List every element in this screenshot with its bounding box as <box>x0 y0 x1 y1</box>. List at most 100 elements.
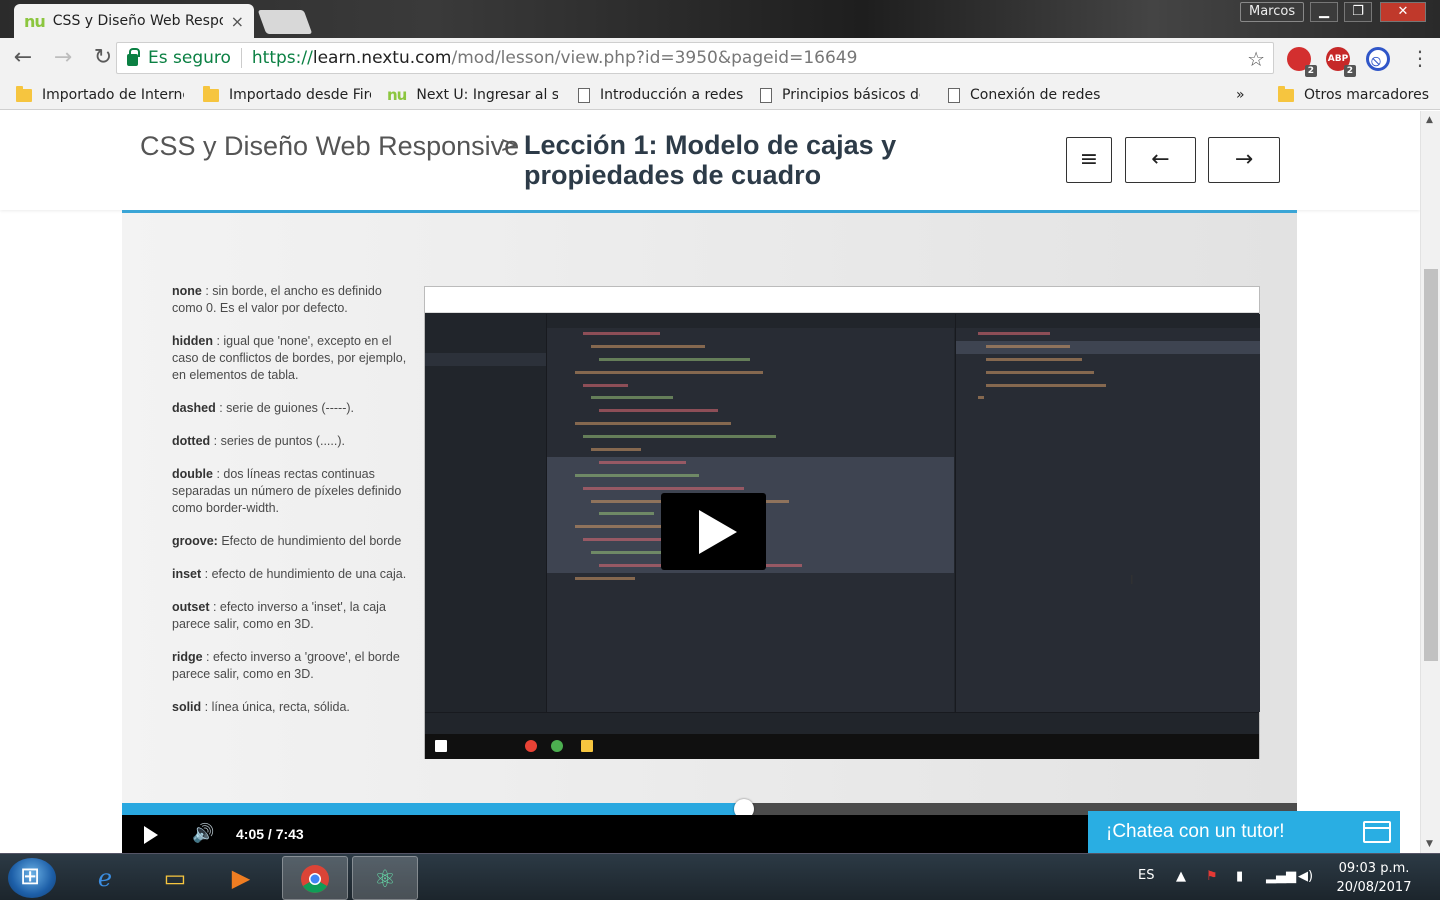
extension-red-icon[interactable]: 2 <box>1287 47 1317 77</box>
lesson-menu-button[interactable]: ≡ <box>1066 137 1112 183</box>
lesson-header: CSS y Diseño Web Responsive > Lección 1:… <box>0 111 1420 210</box>
address-bar[interactable]: Es seguro https:// learn.nextu.com /mod/… <box>116 42 1274 74</box>
atom-icon[interactable]: ⚛ <box>352 856 418 900</box>
chat-tutor-button[interactable]: ¡Chatea con un tutor! <box>1088 811 1400 853</box>
media-player-icon[interactable]: ▶ <box>208 856 274 900</box>
atom-file-tree <box>425 314 547 712</box>
code-line <box>956 328 1260 341</box>
browser-menu-icon[interactable]: ⋮ <box>1410 46 1430 70</box>
lock-icon <box>127 48 140 66</box>
code-line <box>547 392 954 405</box>
note-item: solid : línea única, recta, sólida. <box>172 700 350 714</box>
code-line <box>547 418 954 431</box>
url-host: learn.nextu.com <box>312 48 452 68</box>
bookmark-other[interactable]: Otros marcadores <box>1278 84 1429 106</box>
note-item: dashed : serie de guiones (-----). <box>172 401 354 415</box>
tree-item <box>425 353 546 366</box>
code-line <box>547 405 954 418</box>
breadcrumb-separator: > <box>500 133 519 158</box>
adblock-icon[interactable]: ABP 2 <box>1326 47 1356 77</box>
previous-page-button[interactable]: ← <box>1125 137 1196 183</box>
speaker-icon[interactable]: ◀) <box>1298 869 1313 884</box>
code-line <box>547 367 954 380</box>
current-time: 4:05 <box>236 826 265 842</box>
bookmark-star-icon[interactable]: ☆ <box>1247 47 1265 71</box>
note-item: groove: Efecto de hundimiento del borde <box>172 534 402 548</box>
bookmark-intro-redes[interactable]: Introducción a redes <box>578 84 743 106</box>
note-item: dotted : series de puntos (.....). <box>172 434 345 448</box>
page-title: Lección 1: Modelo de cajas y propiedades… <box>524 130 897 190</box>
play-icon[interactable] <box>144 826 158 844</box>
restore-button[interactable]: ❐ <box>1344 2 1372 22</box>
breadcrumb-course[interactable]: CSS y Diseño Web Responsive <box>140 131 519 162</box>
tree-item <box>425 340 546 353</box>
profile-button[interactable]: Marcos <box>1240 2 1305 22</box>
volume-icon[interactable]: 🔊 <box>192 823 214 844</box>
atom-statusbar <box>425 712 1259 732</box>
page-scrollbar[interactable]: ▲ ▼ <box>1420 111 1440 853</box>
chat-window-icon <box>1363 821 1391 843</box>
duration: / 7:43 <box>267 826 304 842</box>
next-page-button[interactable]: → <box>1208 137 1280 183</box>
bookmark-conexion[interactable]: Conexión de redes <box>948 84 1100 106</box>
nextu-logo-icon: nu <box>24 11 46 31</box>
bookmarks-bar: Importado de Interne Importado desde Fir… <box>0 80 1440 110</box>
scroll-up-icon[interactable]: ▲ <box>1426 115 1433 125</box>
start-button[interactable] <box>8 858 56 898</box>
ie-icon[interactable]: ℯ <box>72 856 138 900</box>
atom-menubar <box>425 301 1259 313</box>
chrome-logo <box>301 865 329 893</box>
reload-button[interactable]: ↻ <box>86 42 120 76</box>
security-label: Es seguro <box>148 48 231 68</box>
progress-fill <box>122 803 744 815</box>
battery-icon[interactable]: ▮ <box>1236 869 1243 884</box>
code-line <box>547 444 954 457</box>
tab-title: CSS y Diseño Web Respo <box>52 13 223 29</box>
show-hidden-icons-icon[interactable]: ▲ <box>1176 869 1186 884</box>
file-explorer-icon[interactable]: ▭ <box>142 856 208 900</box>
video-player[interactable]: none : sin borde, el ancho es definido c… <box>122 210 1297 853</box>
close-tab-icon[interactable]: × <box>231 12 244 31</box>
atom-editor-screenshot <box>424 286 1260 759</box>
minimize-button[interactable]: ▁ <box>1310 2 1338 22</box>
new-tab-button[interactable] <box>257 10 313 34</box>
bookmark-folder-ie[interactable]: Importado de Interne <box>16 84 184 106</box>
chat-label: ¡Chatea con un tutor! <box>1106 821 1285 842</box>
bookmark-principios[interactable]: Principios básicos de <box>760 84 920 106</box>
system-clock[interactable]: 09:03 p.m. 20/08/2017 <box>1326 859 1422 897</box>
close-window-button[interactable]: ✕ <box>1380 2 1426 22</box>
folder-icon <box>203 85 219 102</box>
embedded-taskbar <box>425 734 1259 759</box>
code-line <box>956 367 1260 380</box>
bookmark-folder-firefox[interactable]: Importado desde Fire <box>203 84 371 106</box>
scroll-down-icon[interactable]: ▼ <box>1426 839 1433 849</box>
back-button[interactable]: ← <box>6 42 40 76</box>
omnibox-divider <box>240 48 242 68</box>
browser-toolbar: ← → ↻ Es seguro https:// learn.nextu.com… <box>0 38 1440 80</box>
code-tab <box>956 314 1260 328</box>
bookmark-nextu[interactable]: nu Next U: Ingresar al sit <box>387 84 558 106</box>
code-line <box>956 340 1260 354</box>
folder-icon <box>16 85 32 102</box>
clock-date: 20/08/2017 <box>1336 880 1412 895</box>
browser-tab-active[interactable]: nu CSS y Diseño Web Respo × <box>14 4 254 38</box>
page-icon <box>760 87 772 103</box>
language-indicator[interactable]: ES <box>1138 868 1154 883</box>
forward-button[interactable]: → <box>46 42 80 76</box>
code-line <box>956 354 1260 367</box>
code-line <box>956 392 1260 405</box>
code-line <box>547 431 954 444</box>
network-icon[interactable]: ▂▄▆ <box>1266 869 1296 884</box>
code-line <box>956 380 1260 393</box>
play-overlay-button[interactable] <box>661 493 766 570</box>
time-display: 4:05 / 7:43 <box>236 826 304 842</box>
url-scheme: https:// <box>251 48 313 68</box>
action-center-icon[interactable]: ⚑ <box>1206 869 1218 884</box>
chrome-icon[interactable] <box>282 856 348 900</box>
folder-icon <box>1278 85 1294 102</box>
atom-editor-pane-css <box>955 314 1260 712</box>
note-item: ridge : efecto inverso a 'groove', el bo… <box>172 650 400 681</box>
block-icon[interactable]: ⃠ <box>1366 47 1390 71</box>
scrollbar-thumb[interactable] <box>1424 269 1438 661</box>
bookmarks-overflow-button[interactable]: » <box>1236 84 1245 106</box>
